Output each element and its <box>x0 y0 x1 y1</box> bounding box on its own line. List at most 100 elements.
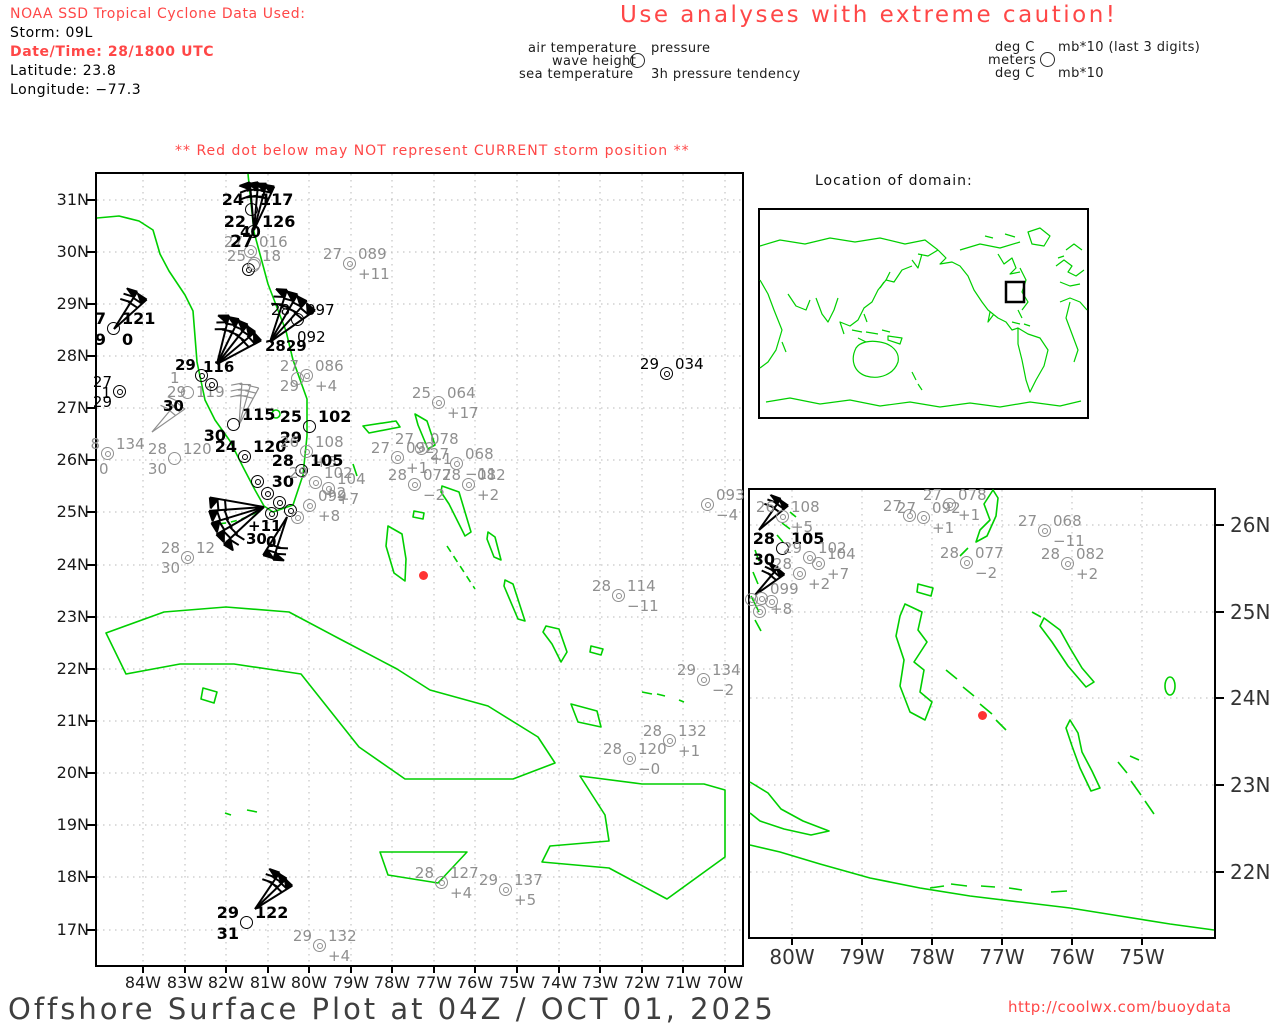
station-value-tr: 18 <box>262 247 282 265</box>
latitude-label: 31N <box>56 190 89 209</box>
longitude-tick <box>599 965 601 973</box>
station-circle-icon <box>432 396 445 409</box>
station-circle-icon <box>238 450 251 463</box>
station-value-br: −11 <box>627 597 659 615</box>
station-value-tl: 28 <box>270 301 290 319</box>
longitude-tick <box>433 965 435 973</box>
station-circle-icon <box>251 475 264 488</box>
latitude-label: 28N <box>56 346 89 365</box>
station-value-tl: 29 <box>478 871 498 889</box>
station-value-br: +1 <box>932 519 955 537</box>
station-value-br: +2 <box>477 486 500 504</box>
station-circle-icon <box>248 257 261 270</box>
longitude-tick <box>861 937 863 945</box>
station-value-tl: 24 <box>221 190 244 209</box>
station-value-br: −4 <box>716 506 739 524</box>
station-circle-icon <box>261 487 274 500</box>
station-circle-icon <box>765 595 778 608</box>
storm-longitude: Longitude: −77.3 <box>10 82 142 98</box>
legend-sea-temperature: sea temperature <box>519 67 634 82</box>
legend-units-tendency: mb*10 <box>1058 66 1104 81</box>
station-circle-icon <box>776 510 789 523</box>
longitude-label: 76W <box>1049 945 1095 969</box>
station-circle-icon <box>753 605 766 618</box>
station-value-tl: 25 <box>279 407 302 426</box>
station-value-br: +7 <box>827 565 850 583</box>
latitude-label: 29N <box>56 294 89 313</box>
station-value-tr: 104 <box>827 545 856 563</box>
station-circle-icon <box>265 507 278 520</box>
station-value-tl: 27 <box>370 439 390 457</box>
station-value-tl: 8 <box>90 435 100 453</box>
station-value-tr: 078 <box>958 486 987 504</box>
station-value-br: −2 <box>712 681 735 699</box>
legend-pressure: pressure <box>651 41 711 56</box>
station-circle-icon <box>245 203 258 216</box>
station-value-br: −2 <box>423 486 446 504</box>
longitude-label: 75W <box>498 973 536 992</box>
longitude-tick <box>474 965 476 973</box>
station-circle-icon <box>903 509 916 522</box>
station-value-tl: 28 <box>1040 545 1060 563</box>
longitude-label: 84W <box>124 973 162 992</box>
legend-units-sea: deg C <box>995 66 1035 81</box>
station-value-tr: 086 <box>315 357 344 375</box>
red-storm-dot <box>419 571 428 580</box>
longitude-tick <box>516 965 518 973</box>
station-circle-icon <box>291 313 304 326</box>
station-circle-icon <box>181 551 194 564</box>
longitude-label: 70W <box>706 973 744 992</box>
legend-pressure-tendency: 3h pressure tendency <box>651 67 801 82</box>
station-value-tr: 082 <box>477 466 506 484</box>
station-value-tr: 104 <box>337 470 366 488</box>
station-value-tr: 082 <box>1076 545 1105 563</box>
station-value-tr: 115 <box>242 405 276 424</box>
latitude-label: 21N <box>56 711 89 730</box>
station-value-tr: 068 <box>1053 512 1082 530</box>
station-circle-icon <box>435 876 448 889</box>
station-circle-icon <box>1061 557 1074 570</box>
station-value-tr: 134 <box>712 661 741 679</box>
caution-banner: Use analyses with extreme caution! <box>620 2 1118 28</box>
station-value-tl: 7 <box>94 309 106 328</box>
longitude-label: 78W <box>909 945 955 969</box>
station-value-tl: 28 <box>752 529 775 548</box>
storm-latitude: Latitude: 23.8 <box>10 63 117 79</box>
station-circle-icon <box>240 916 253 929</box>
latitude-label: 22N <box>56 659 89 678</box>
station-value-tr: 117 <box>260 190 294 209</box>
station-value-bl: 9 <box>94 330 106 349</box>
station-value-tl: 28 <box>642 722 662 740</box>
longitude-label: 78W <box>373 973 411 992</box>
station-circle-icon <box>462 478 475 491</box>
station-circle-icon <box>291 372 304 385</box>
station-value-bl: 30 <box>147 460 167 478</box>
station-value-tr: 064 <box>447 384 476 402</box>
storm-id: Storm: 09L <box>10 25 93 41</box>
longitude-label: 82W <box>207 973 245 992</box>
latitude-label: 18N <box>56 867 89 886</box>
main-map: 84W 83W 82W 81W 80W 79W 78W 77W 76W 75W 74W 73W 72W 7… <box>57 172 745 991</box>
longitude-label: 71W <box>664 973 702 992</box>
station-value-tr: 068 <box>465 445 494 463</box>
latitude-label: 17N <box>56 920 89 939</box>
station-value-bl: 29 <box>92 393 112 411</box>
station-circle-icon <box>630 53 645 68</box>
station-value-tr: 093 <box>716 486 745 504</box>
longitude-tick <box>1071 937 1073 945</box>
station-value-bl: 30 <box>160 559 180 577</box>
station-circle-icon <box>303 499 316 512</box>
station-value-tl: 25 <box>411 384 431 402</box>
station-value-bl: 30 <box>752 550 775 569</box>
station-value-br: −2 <box>975 564 998 582</box>
storm-position-note: ** Red dot below may NOT represent CURRE… <box>175 143 690 159</box>
longitude-tick <box>1001 937 1003 945</box>
station-value-tr: 126 <box>262 212 296 231</box>
station-circle-icon <box>701 498 714 511</box>
world-inset-map <box>758 208 1089 419</box>
station-value-br: +4 <box>328 947 351 965</box>
world-inset-title: Location of domain: <box>815 173 973 189</box>
station-value-tr: 137 <box>514 871 543 889</box>
station-circle-icon <box>101 447 114 460</box>
latitude-label: 22N <box>1230 860 1271 884</box>
